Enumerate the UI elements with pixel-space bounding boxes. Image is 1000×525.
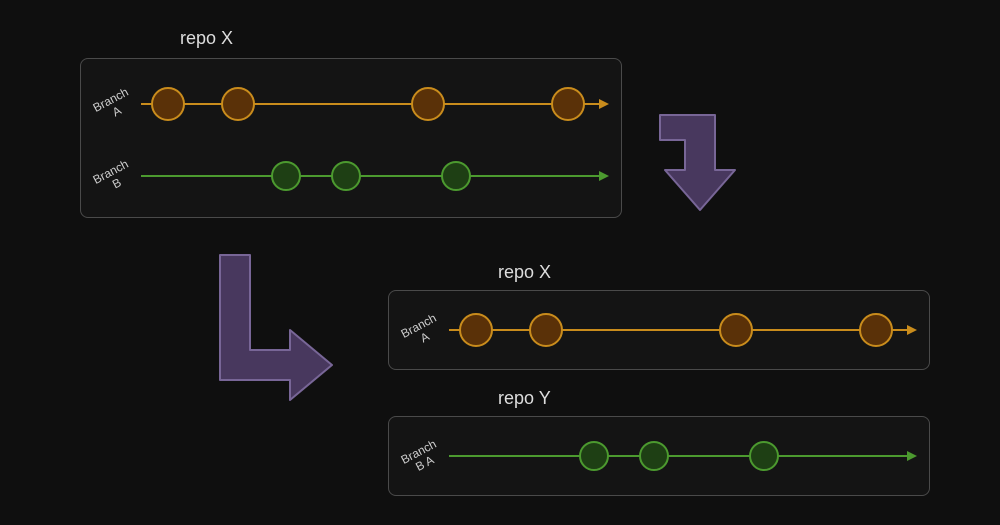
commit bbox=[151, 87, 185, 121]
branch-b-label: Branch B bbox=[91, 158, 137, 199]
commit bbox=[551, 87, 585, 121]
branch-a-line bbox=[449, 329, 907, 331]
commit bbox=[579, 441, 609, 471]
branch-arrowhead bbox=[907, 451, 917, 461]
commit bbox=[411, 87, 445, 121]
right-repo-y-box: Branch B A bbox=[388, 416, 930, 496]
right-repo-x-title: repo X bbox=[498, 262, 551, 283]
branch-line bbox=[449, 455, 907, 457]
top-repo-box: Branch A Branch B bbox=[80, 58, 622, 218]
right-repo-y-title: repo Y bbox=[498, 388, 551, 409]
commit bbox=[221, 87, 255, 121]
commit bbox=[441, 161, 471, 191]
commit bbox=[749, 441, 779, 471]
diagram-stage: repo X Branch A Branch B repo X Branch A bbox=[0, 0, 1000, 525]
commit bbox=[639, 441, 669, 471]
flow-arrow-right bbox=[655, 110, 765, 230]
branch-b-arrowhead bbox=[599, 171, 609, 181]
commit bbox=[719, 313, 753, 347]
commit bbox=[529, 313, 563, 347]
commit bbox=[271, 161, 301, 191]
branch-a-line bbox=[141, 103, 599, 105]
branch-b-line bbox=[141, 175, 599, 177]
right-repo-x-box: Branch A bbox=[388, 290, 930, 370]
branch-a-arrowhead bbox=[907, 325, 917, 335]
branch-a-label: Branch A bbox=[91, 86, 137, 127]
branch-a-arrowhead bbox=[599, 99, 609, 109]
flow-arrow-down bbox=[210, 250, 340, 410]
top-repo-title: repo X bbox=[180, 28, 233, 49]
commit bbox=[331, 161, 361, 191]
branch-a-label: Branch A bbox=[399, 312, 445, 353]
commit bbox=[859, 313, 893, 347]
branch-label: Branch B A bbox=[399, 438, 445, 479]
commit bbox=[459, 313, 493, 347]
